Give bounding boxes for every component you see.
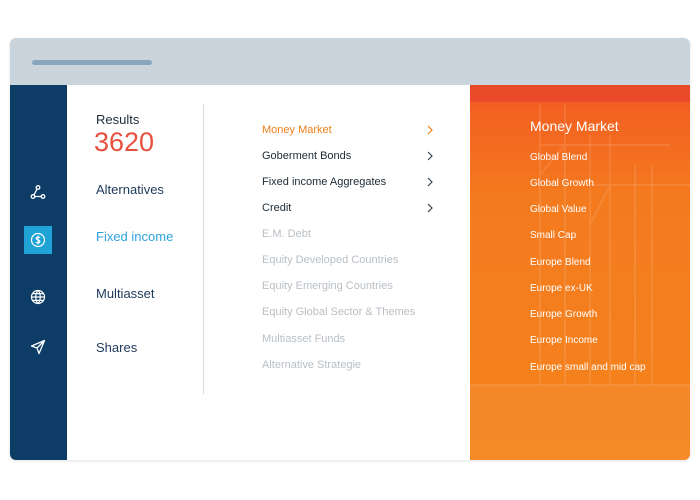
app-window: Results 3620 Alternatives Fixed income M… bbox=[10, 38, 690, 460]
rail-button-globe[interactable] bbox=[24, 283, 52, 311]
panel-title: Money Market bbox=[530, 118, 619, 134]
panel-item-europe-ex-uk[interactable]: Europe ex-UK bbox=[530, 283, 593, 294]
category-fixed-income[interactable]: Fixed income bbox=[96, 229, 173, 244]
subcategory-equity-global: Equity Global Sector & Themes bbox=[262, 306, 416, 318]
subcategory-label: Fixed income Aggregates bbox=[262, 176, 387, 188]
detail-panel: Money Market Global Blend Global Growth … bbox=[470, 85, 690, 460]
network-icon bbox=[30, 185, 46, 199]
subcategory-em-debt: E.M. Debt bbox=[262, 228, 311, 240]
chevron-right-icon bbox=[427, 125, 433, 135]
subcategory-label: Goberment Bonds bbox=[262, 150, 352, 162]
panel-item-europe-growth[interactable]: Europe Growth bbox=[530, 309, 597, 320]
subcategory-goberment-bonds[interactable]: Goberment Bonds bbox=[262, 147, 434, 165]
subcategory-equity-emerging: Equity Emerging Countries bbox=[262, 280, 393, 292]
globe-icon bbox=[30, 289, 46, 305]
results-count: 3620 bbox=[94, 127, 155, 157]
category-alternatives[interactable]: Alternatives bbox=[96, 182, 164, 197]
subcategory-money-market[interactable]: Money Market bbox=[262, 121, 434, 139]
subcategory-multiasset-funds: Multiasset Funds bbox=[262, 333, 346, 345]
chevron-right-icon bbox=[427, 151, 433, 161]
panel-top-bar bbox=[470, 85, 690, 102]
chevron-right-icon bbox=[427, 203, 433, 213]
subcategory-fixed-income-aggregates[interactable]: Fixed income Aggregates bbox=[262, 173, 434, 191]
panel-item-global-blend[interactable]: Global Blend bbox=[530, 152, 587, 163]
panel-item-europe-blend[interactable]: Europe Blend bbox=[530, 257, 591, 268]
subcategory-alternative-strategie: Alternative Strategie bbox=[262, 359, 362, 371]
category-shares[interactable]: Shares bbox=[96, 340, 137, 355]
subcategory-credit[interactable]: Credit bbox=[262, 199, 434, 217]
panel-item-small-cap[interactable]: Small Cap bbox=[530, 230, 576, 241]
panel-item-europe-income[interactable]: Europe Income bbox=[530, 335, 598, 346]
panel-item-global-value[interactable]: Global Value bbox=[530, 204, 587, 215]
rail-button-network[interactable] bbox=[24, 178, 52, 206]
subcategory-label: Credit bbox=[262, 202, 292, 214]
panel-item-global-growth[interactable]: Global Growth bbox=[530, 178, 594, 189]
title-bar bbox=[10, 38, 690, 85]
category-column: Results 3620 Alternatives Fixed income M… bbox=[67, 85, 203, 460]
panel-item-europe-small-mid-cap[interactable]: Europe small and mid cap bbox=[530, 362, 646, 373]
icon-rail bbox=[10, 85, 67, 460]
subcategory-equity-developed: Equity Developed Countries bbox=[262, 254, 399, 266]
title-placeholder-bar bbox=[32, 60, 152, 65]
subcategory-label: Money Market bbox=[262, 124, 332, 136]
dollar-circle-icon bbox=[30, 232, 46, 248]
rail-button-send[interactable] bbox=[24, 333, 52, 361]
subcategory-column: Money Market Goberment Bonds Fixed incom… bbox=[204, 85, 470, 460]
chevron-right-icon bbox=[427, 177, 433, 187]
results-label: Results bbox=[96, 112, 140, 127]
port-cranes-background bbox=[470, 105, 690, 460]
send-icon bbox=[30, 339, 46, 355]
category-multiasset[interactable]: Multiasset bbox=[96, 286, 155, 301]
rail-button-fixed-income[interactable] bbox=[24, 226, 52, 254]
